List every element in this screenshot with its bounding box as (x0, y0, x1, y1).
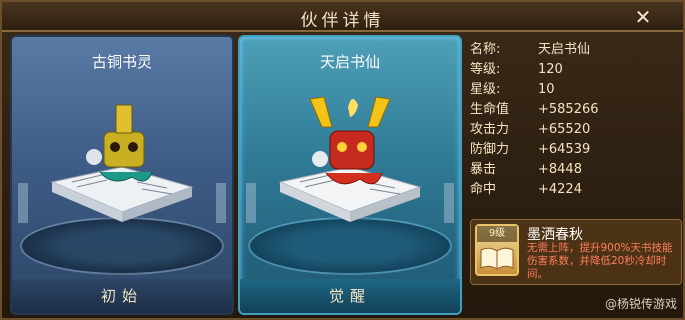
watermark: @杨锐传游戏 (604, 297, 677, 311)
stat-value: +64539 (538, 142, 591, 157)
skill-panel[interactable]: 9级 墨洒春秋 无需上阵，提升900%天书技能伤害系数，并降低20秒冷却时间。 (470, 219, 682, 285)
stat-value: +4224 (538, 182, 582, 197)
stat-row: 暴击 +8448 (470, 160, 680, 180)
stats-panel: 名称: 天启书仙 等级: 120 星级: 10 生命值 +585266 攻击力 +6552… (470, 40, 680, 200)
stat-row: 防御力 +64539 (470, 140, 680, 160)
card-name: 古铜书灵 (91, 53, 152, 71)
card-name: 天启书仙 (319, 53, 380, 71)
partner-card-awakened[interactable]: 天启书仙 觉醒 (238, 35, 462, 315)
stat-value: 天启书仙 (538, 42, 591, 57)
pillar-decoration (246, 183, 256, 223)
stat-row: 星级: 10 (470, 80, 680, 100)
book-glyph (480, 247, 514, 270)
skill-description: 无需上阵，提升900%天书技能伤害系数，并降低20秒冷却时间。 (527, 242, 673, 280)
awakened-form-button[interactable]: 觉醒 (240, 279, 460, 313)
stat-value: +585266 (538, 102, 599, 117)
stat-row: 名称: 天启书仙 (470, 40, 680, 60)
stat-row: 生命值 +585266 (470, 100, 680, 120)
stat-row: 命中 +4224 (470, 180, 680, 200)
skill-name: 墨洒春秋 (527, 227, 583, 243)
stat-label: 生命值 (470, 102, 510, 117)
stat-value: 10 (538, 82, 555, 97)
stat-value: 120 (538, 62, 563, 77)
title-bar: 伙伴详情 ✕ (2, 2, 683, 32)
stat-label: 命中 (470, 182, 497, 197)
bronze-book-spirit-figure (50, 104, 194, 222)
heavenly-book-immortal-figure (278, 96, 422, 222)
stat-label: 等级: (470, 62, 501, 77)
stat-row: 等级: 120 (470, 60, 680, 80)
partner-card-initial[interactable]: 古铜书灵 初始 (10, 35, 234, 315)
stat-value: +65520 (538, 122, 591, 137)
stat-value: +8448 (538, 162, 582, 177)
stat-label: 星级: (470, 82, 501, 97)
pillar-decoration (216, 183, 226, 223)
stat-label: 防御力 (470, 142, 510, 157)
pillar-decoration (444, 183, 454, 223)
stat-label: 名称: (470, 42, 501, 57)
initial-form-button[interactable]: 初始 (12, 279, 232, 313)
skill-level: 9级 (477, 226, 517, 242)
window-title: 伙伴详情 (300, 11, 385, 31)
open-book-icon[interactable]: 9级 (475, 224, 519, 276)
stat-row: 攻击力 +65520 (470, 120, 680, 140)
stat-label: 暴击 (470, 162, 497, 177)
close-icon[interactable]: ✕ (631, 5, 655, 29)
partner-details-window: 伙伴详情 ✕ 古铜书灵 初始 天启书仙 觉醒 名称: 天启书仙 等级: 120 … (0, 0, 685, 320)
stat-label: 攻击力 (470, 122, 510, 137)
pillar-decoration (18, 183, 28, 223)
